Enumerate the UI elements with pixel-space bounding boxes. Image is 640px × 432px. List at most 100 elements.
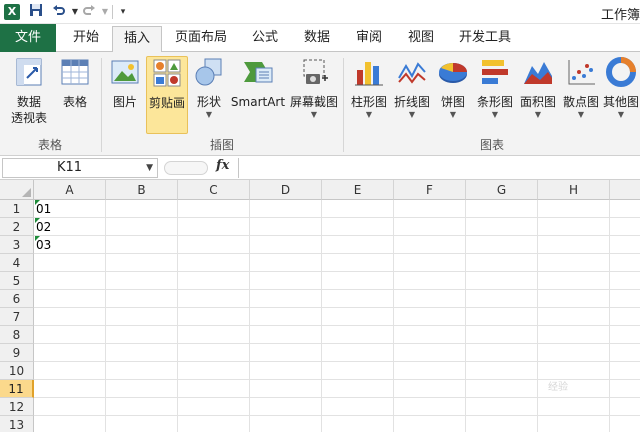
smartart-label: SmartArt bbox=[230, 95, 286, 109]
tab-formulas[interactable]: 公式 bbox=[244, 26, 286, 52]
ribbon-panel: 数据 透视表 表格 表格 图片 剪贴画 形状 ▼ SmartArt 屏幕截图 ▼… bbox=[0, 52, 640, 156]
scatter-chart-icon bbox=[568, 60, 595, 85]
row-header-3[interactable]: 3 bbox=[0, 236, 34, 254]
gridline bbox=[393, 200, 394, 432]
formula-bar-grip[interactable] bbox=[164, 161, 208, 175]
gridline bbox=[609, 200, 610, 432]
row-header-11[interactable]: 11 bbox=[0, 380, 34, 398]
gridline bbox=[34, 397, 640, 398]
scatter-chart-label: 散点图 bbox=[562, 95, 599, 109]
gridline bbox=[177, 200, 178, 432]
column-header-b[interactable]: B bbox=[106, 180, 178, 200]
row-header-6[interactable]: 6 bbox=[0, 290, 34, 308]
insert-function-icon[interactable]: fx bbox=[216, 158, 229, 173]
screenshot-icon bbox=[303, 59, 328, 84]
tab-home[interactable]: 开始 bbox=[62, 26, 110, 52]
clipart-label: 剪贴画 bbox=[148, 96, 185, 110]
column-header-partial[interactable] bbox=[610, 180, 640, 200]
row-header-5[interactable]: 5 bbox=[0, 272, 34, 290]
gridline bbox=[249, 200, 250, 432]
table-icon bbox=[61, 59, 89, 85]
tab-developer[interactable]: 开发工具 bbox=[452, 26, 518, 52]
tab-data[interactable]: 数据 bbox=[296, 26, 338, 52]
error-indicator-icon bbox=[35, 218, 40, 223]
shapes-icon bbox=[195, 58, 222, 86]
picture-icon bbox=[111, 60, 139, 84]
shapes-button[interactable]: 形状 ▼ bbox=[192, 56, 226, 134]
gridline bbox=[321, 200, 322, 432]
line-chart-button[interactable]: 折线图 ▼ bbox=[391, 56, 433, 134]
column-header-h[interactable]: H bbox=[538, 180, 610, 200]
row-header-12[interactable]: 12 bbox=[0, 398, 34, 416]
column-chart-button[interactable]: 柱形图 ▼ bbox=[348, 56, 390, 134]
other-charts-icon bbox=[606, 57, 636, 87]
quick-access-toolbar: X ▼ ▼ ▾ 工作簿 bbox=[0, 0, 640, 24]
line-chart-label: 折线图 bbox=[393, 95, 430, 109]
gridline bbox=[34, 253, 640, 254]
pie-chart-dropdown-icon: ▼ bbox=[449, 110, 457, 119]
other-charts-button[interactable]: 其他图 ▼ bbox=[602, 56, 640, 134]
row-header-4[interactable]: 4 bbox=[0, 254, 34, 272]
ribbon-tabs: 文件 开始 插入 页面布局 公式 数据 审阅 视图 开发工具 bbox=[0, 24, 640, 53]
formula-input[interactable] bbox=[238, 158, 640, 178]
area-chart-label: 面积图 bbox=[519, 95, 556, 109]
name-box[interactable]: K11 ▼ bbox=[2, 158, 158, 178]
cell-a2[interactable]: 02 bbox=[35, 218, 105, 236]
name-box-value: K11 bbox=[57, 160, 83, 175]
column-chart-icon bbox=[355, 62, 383, 86]
customize-icon[interactable]: ▾ bbox=[114, 3, 132, 21]
bar-chart-button[interactable]: 条形图 ▼ bbox=[474, 56, 516, 134]
column-header-f[interactable]: F bbox=[394, 180, 466, 200]
table-button[interactable]: 表格 bbox=[56, 56, 94, 134]
excel-logo-icon[interactable]: X bbox=[4, 4, 20, 20]
bar-chart-label: 条形图 bbox=[476, 95, 513, 109]
tab-view[interactable]: 视图 bbox=[400, 26, 442, 52]
pivot-table-button[interactable]: 数据 透视表 bbox=[4, 56, 54, 134]
row-header-8[interactable]: 8 bbox=[0, 326, 34, 344]
select-all-corner[interactable] bbox=[0, 180, 34, 200]
column-header-a[interactable]: A bbox=[34, 180, 106, 200]
column-header-e[interactable]: E bbox=[322, 180, 394, 200]
shapes-label: 形状 bbox=[196, 95, 221, 109]
tab-insert[interactable]: 插入 bbox=[112, 26, 162, 53]
tab-file[interactable]: 文件 bbox=[0, 24, 56, 52]
scatter-chart-button[interactable]: 散点图 ▼ bbox=[560, 56, 602, 134]
row-header-13[interactable]: 13 bbox=[0, 416, 34, 432]
clipart-icon bbox=[153, 59, 181, 87]
gridline bbox=[465, 200, 466, 432]
clipart-button[interactable]: 剪贴画 bbox=[146, 56, 188, 134]
column-header-g[interactable]: G bbox=[466, 180, 538, 200]
gridline bbox=[34, 343, 640, 344]
row-header-9[interactable]: 9 bbox=[0, 344, 34, 362]
column-chart-label: 柱形图 bbox=[350, 95, 387, 109]
column-header-c[interactable]: C bbox=[178, 180, 250, 200]
row-header-7[interactable]: 7 bbox=[0, 308, 34, 326]
save-icon[interactable] bbox=[27, 3, 45, 21]
scatter-chart-dropdown-icon: ▼ bbox=[577, 110, 585, 119]
tab-page-layout[interactable]: 页面布局 bbox=[168, 26, 234, 52]
error-indicator-icon bbox=[35, 236, 40, 241]
smartart-button[interactable]: SmartArt bbox=[230, 56, 286, 134]
gridline bbox=[34, 325, 640, 326]
pie-chart-button[interactable]: 饼图 ▼ bbox=[434, 56, 472, 134]
picture-button[interactable]: 图片 bbox=[106, 56, 144, 134]
bar-chart-dropdown-icon: ▼ bbox=[491, 110, 499, 119]
column-header-d[interactable]: D bbox=[250, 180, 322, 200]
gridline bbox=[34, 307, 640, 308]
line-chart-dropdown-icon: ▼ bbox=[408, 110, 416, 119]
picture-label: 图片 bbox=[112, 95, 137, 109]
row-header-2[interactable]: 2 bbox=[0, 218, 34, 236]
screenshot-button[interactable]: 屏幕截图 ▼ bbox=[288, 56, 340, 134]
worksheet-grid[interactable]: A B C D E F G H 1 2 3 4 5 6 7 8 9 10 11 … bbox=[0, 180, 640, 432]
gridline bbox=[34, 271, 640, 272]
pie-chart-icon bbox=[439, 63, 467, 83]
gridline bbox=[34, 235, 640, 236]
row-header-1[interactable]: 1 bbox=[0, 200, 34, 218]
cell-a1[interactable]: 01 bbox=[35, 200, 105, 218]
row-header-10[interactable]: 10 bbox=[0, 362, 34, 380]
other-charts-dropdown-icon: ▼ bbox=[617, 110, 625, 119]
area-chart-button[interactable]: 面积图 ▼ bbox=[517, 56, 559, 134]
cell-a3[interactable]: 03 bbox=[35, 236, 105, 254]
name-box-dropdown-icon[interactable]: ▼ bbox=[146, 159, 153, 177]
tab-review[interactable]: 审阅 bbox=[348, 26, 390, 52]
